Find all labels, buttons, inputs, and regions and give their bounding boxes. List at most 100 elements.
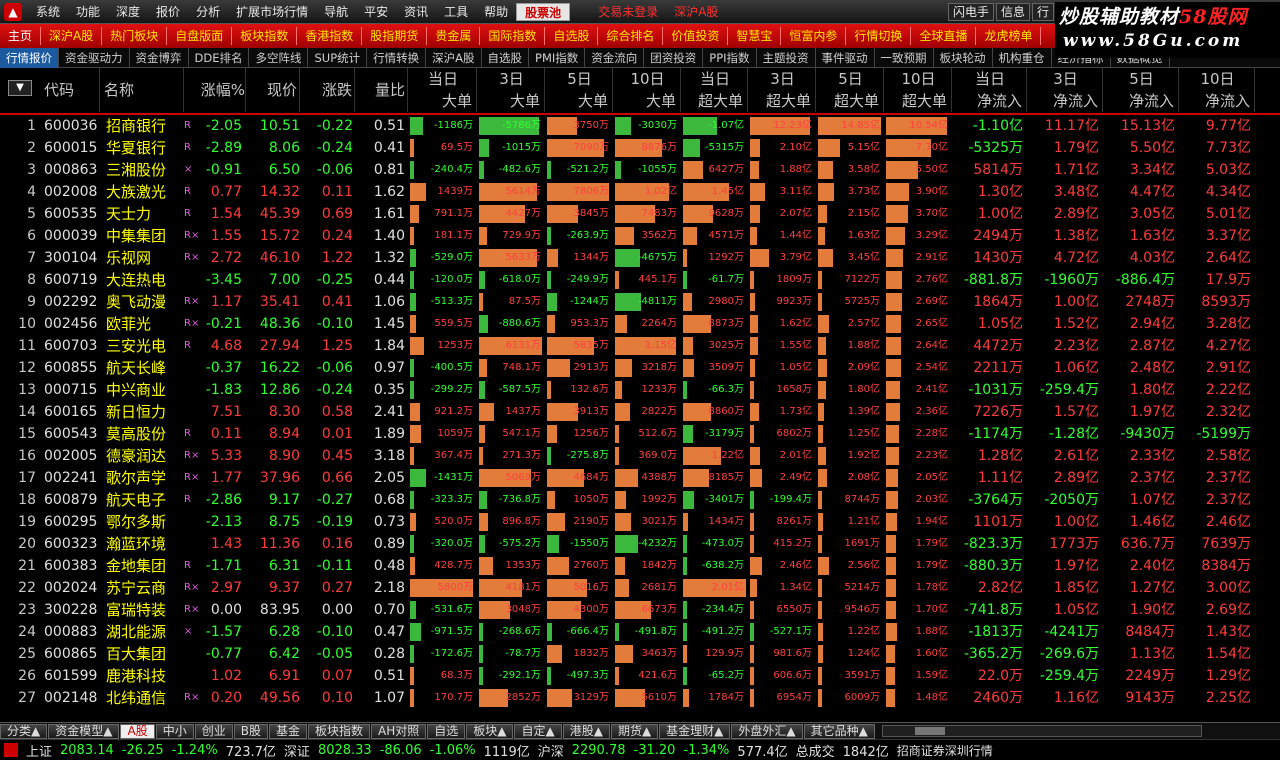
bottom-tab[interactable]: 板块指数 bbox=[307, 723, 370, 739]
group-header-bottom[interactable]: 超大单 bbox=[750, 90, 816, 112]
quick-nav-item[interactable]: 行情切换 bbox=[846, 27, 912, 45]
menu-item[interactable]: 扩展市场行情 bbox=[228, 3, 316, 20]
stock-code[interactable]: 000863 bbox=[44, 159, 100, 181]
header-chg[interactable]: 涨跌 bbox=[300, 68, 355, 112]
table-row[interactable]: 10 002456 欧菲光 R× -0.21 48.36 -0.10 1.45 559.5万 -8… bbox=[0, 313, 1280, 335]
stock-name[interactable]: 鄂尔多斯 bbox=[106, 511, 182, 533]
stock-name[interactable]: 北纬通信 bbox=[106, 687, 182, 709]
menu-item[interactable]: 导航 bbox=[316, 3, 356, 20]
stock-code[interactable]: 002148 bbox=[44, 687, 100, 709]
bottom-tab[interactable]: 外盘外汇▲ bbox=[731, 723, 803, 739]
tab-item[interactable]: 深沪A股 bbox=[426, 47, 482, 68]
stock-name[interactable]: 歌尔声学 bbox=[106, 467, 182, 489]
horizontal-scrollbar[interactable] bbox=[881, 725, 1202, 737]
quick-nav-item[interactable]: 全球直播 bbox=[911, 27, 977, 45]
quick-nav-item[interactable]: 深沪A股 bbox=[41, 27, 103, 45]
stock-name[interactable]: 湖北能源 bbox=[106, 621, 182, 643]
menu-item[interactable]: 系统 bbox=[28, 3, 68, 20]
group-header-top[interactable]: 3日 bbox=[750, 68, 816, 90]
header-vol-ratio[interactable]: 量比 bbox=[355, 68, 408, 112]
table-row[interactable]: 13 000715 中兴商业 -1.83 12.86 -0.24 0.35 -299.2万 -5… bbox=[0, 379, 1280, 401]
table-row[interactable]: 6 000039 中集集团 R× 1.55 15.72 0.24 1.40 181.1万 729.… bbox=[0, 225, 1280, 247]
stock-code[interactable]: 002024 bbox=[44, 577, 100, 599]
scrollbar-thumb[interactable] bbox=[914, 727, 945, 735]
stock-name[interactable]: 百大集团 bbox=[106, 643, 182, 665]
table-row[interactable]: 2 600015 华夏银行 R -2.89 8.06 -0.24 0.41 69.5万 -1015… bbox=[0, 137, 1280, 159]
stock-code[interactable]: 300228 bbox=[44, 599, 100, 621]
bottom-tab[interactable]: 分类▲ bbox=[0, 723, 48, 739]
table-row[interactable]: 16 002005 德豪润达 R× 5.33 8.90 0.45 3.18 367.4万 271.… bbox=[0, 445, 1280, 467]
stock-name[interactable]: 苏宁云商 bbox=[106, 577, 182, 599]
group-header-bottom[interactable]: 净流入 bbox=[1181, 90, 1255, 112]
bottom-tab[interactable]: 港股▲ bbox=[562, 723, 610, 739]
table-row[interactable]: 27 002148 北纬通信 R× 0.20 49.56 0.10 1.07 170.7万 285… bbox=[0, 687, 1280, 709]
tab-item[interactable]: 主题投资 bbox=[757, 47, 816, 68]
bottom-tab[interactable]: 自选 bbox=[427, 723, 466, 739]
tab-item[interactable]: SUP统计 bbox=[308, 47, 368, 68]
tab-item[interactable]: 团资投资 bbox=[644, 47, 704, 68]
stock-name[interactable]: 中集集团 bbox=[106, 225, 182, 247]
stock-code[interactable]: 600165 bbox=[44, 401, 100, 423]
group-header-top[interactable]: 3日 bbox=[479, 68, 545, 90]
tab-item[interactable]: 多空阵线 bbox=[249, 47, 309, 68]
quick-nav-item[interactable]: 贵金属 bbox=[427, 27, 481, 45]
table-row[interactable]: 4 002008 大族激光 R 0.77 14.32 0.11 1.62 1439万 5614万 7… bbox=[0, 181, 1280, 203]
menu-item[interactable]: 帮助 bbox=[476, 3, 516, 20]
bottom-tab[interactable]: 板块▲ bbox=[466, 723, 514, 739]
tab-item[interactable]: PMI指数 bbox=[529, 47, 586, 68]
bottom-tab[interactable]: 自定▲ bbox=[514, 723, 562, 739]
group-header-top[interactable]: 10日 bbox=[1181, 68, 1255, 90]
table-row[interactable]: 5 600535 天士力 R 1.54 45.39 0.69 1.61 791.1万 4427万 3… bbox=[0, 203, 1280, 225]
menu-red-item[interactable]: 深沪A股 bbox=[666, 3, 726, 20]
group-header-top[interactable]: 10日 bbox=[886, 68, 952, 90]
group-header-bottom[interactable]: 净流入 bbox=[954, 90, 1027, 112]
quick-nav-item[interactable]: 香港指数 bbox=[297, 27, 363, 45]
stock-code[interactable]: 600015 bbox=[44, 137, 100, 159]
menu-item[interactable]: 分析 bbox=[188, 3, 228, 20]
table-row[interactable]: 22 002024 苏宁云商 R× 2.97 9.37 0.27 2.18 5800万 4181万… bbox=[0, 577, 1280, 599]
menu-red-item[interactable]: 交易未登录 bbox=[590, 3, 666, 20]
menu-right-item[interactable]: 闪电手 bbox=[947, 2, 994, 21]
group-header-top[interactable]: 当日 bbox=[410, 68, 477, 90]
stock-name[interactable]: 金地集团 bbox=[106, 555, 182, 577]
group-header-bottom[interactable]: 大单 bbox=[547, 90, 613, 112]
group-header-bottom[interactable]: 超大单 bbox=[818, 90, 884, 112]
quick-nav-item[interactable]: 价值投资 bbox=[663, 27, 729, 45]
group-header-bottom[interactable]: 超大单 bbox=[886, 90, 952, 112]
header-chg-pct[interactable]: 涨幅% bbox=[194, 68, 246, 112]
group-header-top[interactable]: 当日 bbox=[954, 68, 1027, 90]
stock-name[interactable]: 三安光电 bbox=[106, 335, 182, 357]
table-row[interactable]: 7 300104 乐视网 R× 2.72 46.10 1.22 1.32 -529.0万 5633… bbox=[0, 247, 1280, 269]
tab-item[interactable]: 事件驱动 bbox=[816, 47, 875, 68]
stock-code[interactable]: 300104 bbox=[44, 247, 100, 269]
menu-item[interactable]: 工具 bbox=[436, 3, 476, 20]
menu-item[interactable]: 深度 bbox=[108, 3, 148, 20]
stock-code[interactable]: 601599 bbox=[44, 665, 100, 687]
tab-item[interactable]: 行情报价 bbox=[0, 47, 59, 68]
table-row[interactable]: 19 600295 鄂尔多斯 -2.13 8.75 -0.19 0.73 520.0万 896.… bbox=[0, 511, 1280, 533]
menu-item[interactable]: 平安 bbox=[356, 3, 396, 20]
stock-code[interactable]: 000715 bbox=[44, 379, 100, 401]
group-header-top[interactable]: 5日 bbox=[547, 68, 613, 90]
table-row[interactable]: 12 600855 航天长峰 -0.37 16.22 -0.06 0.97 -400.5万 74… bbox=[0, 357, 1280, 379]
bottom-tab[interactable]: 资金模型▲ bbox=[48, 723, 120, 739]
table-row[interactable]: 3 000863 三湘股份 × -0.91 6.50 -0.06 0.81 -240.4万 -48… bbox=[0, 159, 1280, 181]
table-row[interactable]: 1 600036 招商银行 R -2.05 10.51 -0.22 0.51 -1186万 -57… bbox=[0, 115, 1280, 137]
stock-name[interactable]: 航天长峰 bbox=[106, 357, 182, 379]
table-row[interactable]: 17 002241 歌尔声学 R× 1.77 37.96 0.66 2.05 -1431万 506… bbox=[0, 467, 1280, 489]
menu-item[interactable]: 功能 bbox=[68, 3, 108, 20]
quick-nav-item[interactable]: 综合排名 bbox=[598, 27, 664, 45]
stock-name[interactable]: 富瑞特装 bbox=[106, 599, 182, 621]
quick-nav-item[interactable]: 龙虎榜单 bbox=[976, 27, 1042, 45]
tab-item[interactable]: 资金博弈 bbox=[130, 47, 189, 68]
stock-name[interactable]: 瀚蓝环境 bbox=[106, 533, 182, 555]
stock-name[interactable]: 三湘股份 bbox=[106, 159, 182, 181]
quick-nav-item[interactable]: 股指期货 bbox=[362, 27, 428, 45]
stock-code[interactable]: 002241 bbox=[44, 467, 100, 489]
quick-nav-item[interactable]: 自选股 bbox=[545, 27, 599, 45]
group-header-top[interactable]: 3日 bbox=[1029, 68, 1103, 90]
group-header-bottom[interactable]: 净流入 bbox=[1105, 90, 1179, 112]
table-row[interactable]: 25 600865 百大集团 -0.77 6.42 -0.05 0.28 -172.6万 -78… bbox=[0, 643, 1280, 665]
table-row[interactable]: 26 601599 鹿港科技 1.02 6.91 0.07 0.51 68.3万 -292.1万… bbox=[0, 665, 1280, 687]
quick-nav-item[interactable]: 板块指数 bbox=[232, 27, 298, 45]
